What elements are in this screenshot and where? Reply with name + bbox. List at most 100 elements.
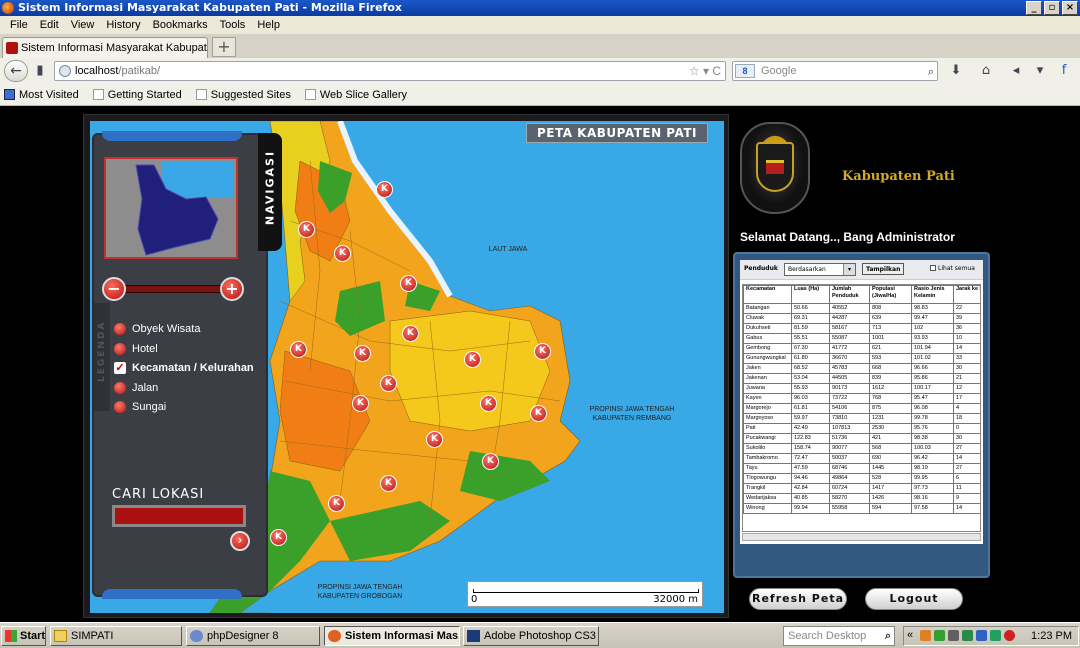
- url-actions[interactable]: ☆ ▾ C: [689, 62, 721, 80]
- location-marker[interactable]: K: [328, 495, 345, 512]
- table-cell: Winong: [743, 503, 792, 514]
- location-marker[interactable]: K: [270, 529, 287, 546]
- menu-view[interactable]: View: [65, 16, 101, 34]
- menu-chevron-icon[interactable]: ▾: [1032, 64, 1048, 78]
- browser-tab[interactable]: Sistem Informasi Masyarakat Kabupaten Pa…: [2, 37, 208, 58]
- search-location-button[interactable]: ›: [230, 531, 250, 551]
- menu-edit[interactable]: Edit: [34, 16, 65, 34]
- table-cell: 690: [869, 453, 912, 464]
- location-marker[interactable]: K: [426, 431, 443, 448]
- search-icon[interactable]: ⌕: [928, 63, 934, 81]
- legend-item[interactable]: Sungai: [114, 399, 166, 415]
- refresh-map-button[interactable]: Refresh Peta: [749, 588, 847, 610]
- table-body: Batangan 50.66 40552 808 98.83 22 Cluwak 69.31 4…: [743, 303, 980, 514]
- facebook-icon[interactable]: f: [1056, 64, 1072, 78]
- location-marker[interactable]: K: [482, 453, 499, 470]
- task-photoshop[interactable]: Adobe Photoshop CS3: [463, 626, 599, 646]
- location-marker[interactable]: K: [480, 395, 497, 412]
- url-field[interactable]: localhost/patikab/ ☆ ▾ C: [54, 61, 726, 81]
- table-cell: 72.47: [791, 453, 830, 464]
- location-marker[interactable]: K: [380, 475, 397, 492]
- legend-item[interactable]: ✓ Kecamatan / Kelurahan: [114, 360, 254, 376]
- tray-app-icon[interactable]: [920, 630, 931, 641]
- legend-tab: LEGENDA: [94, 303, 110, 411]
- logout-button[interactable]: Logout: [865, 588, 963, 610]
- task-firefox[interactable]: Sistem Informasi Mas...: [324, 626, 460, 646]
- table-cell: 40.85: [791, 493, 830, 504]
- location-marker[interactable]: K: [352, 395, 369, 412]
- tray-app-icon[interactable]: [962, 630, 973, 641]
- location-marker[interactable]: K: [376, 181, 393, 198]
- zoom-in-button[interactable]: +: [220, 277, 244, 301]
- desktop-search-input[interactable]: Search Desktop ⌕: [783, 626, 895, 646]
- search-location-input[interactable]: [112, 505, 246, 527]
- zoom-control: − +: [102, 277, 244, 301]
- bookmark-web-slice-gallery[interactable]: Web Slice Gallery: [304, 89, 407, 101]
- zoom-out-button[interactable]: −: [102, 277, 126, 301]
- zoom-slider[interactable]: [114, 285, 232, 293]
- page-icon: ▮: [36, 63, 44, 78]
- location-marker[interactable]: K: [530, 405, 547, 422]
- filter-select[interactable]: Berdasarkan ▾: [784, 263, 856, 276]
- bookmark-most-visited[interactable]: Most Visited: [4, 89, 79, 101]
- minimize-button[interactable]: _: [1026, 1, 1042, 15]
- tray-app-icon[interactable]: [934, 630, 945, 641]
- tray-network-icon[interactable]: [976, 630, 987, 641]
- location-marker[interactable]: K: [400, 275, 417, 292]
- table-cell: 9: [953, 493, 980, 504]
- location-marker[interactable]: K: [354, 345, 371, 362]
- start-button[interactable]: Start: [1, 626, 46, 646]
- menu-bookmarks[interactable]: Bookmarks: [147, 16, 214, 34]
- search-field[interactable]: 8 Google ⌕: [732, 61, 938, 81]
- close-button[interactable]: ×: [1062, 1, 1078, 15]
- legend-item[interactable]: Obyek Wisata: [114, 321, 200, 337]
- location-marker[interactable]: K: [464, 351, 481, 368]
- back-button[interactable]: ←: [4, 60, 28, 82]
- horizontal-scrollbar[interactable]: [742, 533, 981, 541]
- location-marker[interactable]: K: [534, 343, 551, 360]
- table-cell: 94.46: [791, 473, 830, 484]
- menu-file[interactable]: File: [4, 16, 34, 34]
- search-icon[interactable]: ⌕: [885, 627, 891, 645]
- column-header: Jumlah Penduduk: [829, 285, 870, 304]
- download-icon[interactable]: ⬇: [948, 64, 964, 78]
- menu-help[interactable]: Help: [251, 16, 286, 34]
- location-marker[interactable]: K: [334, 245, 351, 262]
- legend-item[interactable]: Hotel: [114, 341, 158, 357]
- table-cell: 55.93: [791, 383, 830, 394]
- location-marker[interactable]: K: [290, 341, 307, 358]
- tray-app-icon[interactable]: [990, 630, 1001, 641]
- table-cell: 93.93: [911, 333, 954, 344]
- location-marker[interactable]: K: [298, 221, 315, 238]
- overview-minimap[interactable]: [104, 157, 238, 259]
- window-title: Sistem Informasi Masyarakat Kabupaten Pa…: [18, 1, 403, 14]
- show-button[interactable]: Tampilkan: [862, 263, 905, 275]
- bookmark-suggested-sites[interactable]: Suggested Sites: [195, 89, 291, 101]
- table-cell: 98.16: [911, 493, 954, 504]
- bookmark-icon: [195, 89, 207, 100]
- new-tab-button[interactable]: +: [212, 37, 236, 57]
- location-marker[interactable]: K: [380, 375, 397, 392]
- home-icon[interactable]: ⌂: [978, 64, 994, 78]
- legend-item[interactable]: Jalan: [114, 380, 158, 396]
- menu-history[interactable]: History: [100, 16, 146, 34]
- tray-volume-icon[interactable]: [948, 630, 959, 641]
- task-simpati[interactable]: SIMPATI: [50, 626, 182, 646]
- table-cell: 50037: [829, 453, 870, 464]
- tray-expand-icon[interactable]: «: [907, 629, 913, 641]
- navigation-tab[interactable]: NAVIGASI: [258, 133, 282, 251]
- search-engine-icon[interactable]: 8: [735, 64, 755, 78]
- window-titlebar: Sistem Informasi Masyarakat Kabupaten Pa…: [0, 0, 1080, 16]
- tray-antivirus-icon[interactable]: [1004, 630, 1015, 641]
- addon-icon[interactable]: ◂: [1008, 64, 1024, 78]
- table-cell: 14: [953, 503, 980, 514]
- table-cell: 90173: [829, 383, 870, 394]
- table-cell: 44287: [829, 313, 870, 324]
- population-table-container[interactable]: Kecamatan Luas (Ha) Jumlah Penduduk Populas…: [742, 284, 981, 532]
- task-phpdesigner[interactable]: phpDesigner 8: [186, 626, 320, 646]
- restore-button[interactable]: ▫: [1044, 1, 1060, 15]
- show-all-checkbox[interactable]: Lihat semua: [930, 265, 975, 272]
- location-marker[interactable]: K: [402, 325, 419, 342]
- bookmark-getting-started[interactable]: Getting Started: [92, 89, 182, 101]
- menu-tools[interactable]: Tools: [214, 16, 252, 34]
